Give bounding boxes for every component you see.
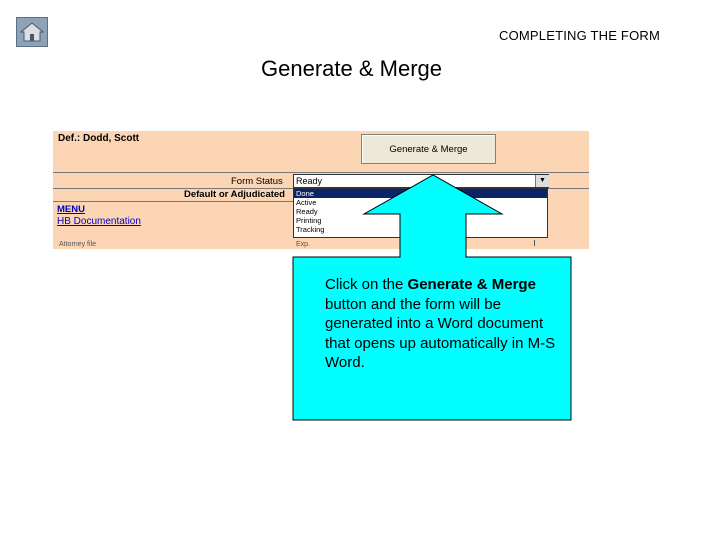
callout-text-pre: Click on the <box>325 276 408 293</box>
callout-text-bold: Generate & Merge <box>407 276 536 293</box>
callout-text-post: button and the form will be generated in… <box>325 295 556 372</box>
callout-text: Click on the Generate & Merge button and… <box>325 275 563 373</box>
callout-arrow <box>292 174 572 421</box>
